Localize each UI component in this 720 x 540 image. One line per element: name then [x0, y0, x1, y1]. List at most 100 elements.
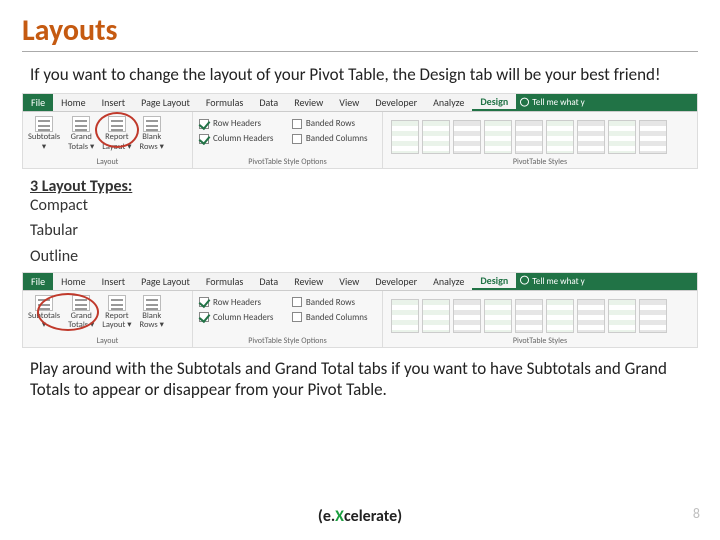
ribbon-group-layout: Subtotals ▾ Grand Totals ▾ Report Layout…: [23, 291, 193, 347]
pivot-style-swatch[interactable]: [515, 120, 543, 154]
pivot-style-swatch[interactable]: [391, 120, 419, 154]
styles-group-label: PivotTable Styles: [387, 156, 693, 168]
tab-home[interactable]: Home: [53, 94, 93, 111]
tell-me-search[interactable]: Tell me what y: [516, 273, 697, 290]
checkbox-icon: [292, 119, 302, 129]
banded-columns-checkbox[interactable]: Banded Columns: [292, 133, 372, 144]
blank-rows-button[interactable]: Blank Rows ▾: [139, 114, 165, 153]
tab-page-layout[interactable]: Page Layout: [133, 94, 198, 111]
banded-rows-label: Banded Rows: [306, 118, 355, 129]
ribbon-group-styles: PivotTable Styles: [383, 291, 697, 347]
report-layout-icon: [108, 116, 126, 132]
ribbon-group-layout: Subtotals ▾ Grand Totals ▾ Report Layout…: [23, 112, 193, 168]
tab-analyze[interactable]: Analyze: [425, 94, 472, 111]
pivot-style-swatch[interactable]: [453, 299, 481, 333]
banded-columns-checkbox[interactable]: Banded Columns: [292, 312, 372, 323]
subtotals-button[interactable]: Subtotals ▾: [27, 293, 61, 332]
report-layout-label-2: Layout ▾: [102, 143, 131, 152]
subtotals-icon: [35, 116, 53, 132]
tab-design[interactable]: Design: [472, 273, 516, 290]
tab-insert[interactable]: Insert: [94, 94, 134, 111]
checkbox-icon: [292, 312, 302, 322]
pivot-style-swatch[interactable]: [639, 120, 667, 154]
tab-review[interactable]: Review: [286, 94, 331, 111]
tab-data[interactable]: Data: [251, 94, 286, 111]
tab-design[interactable]: Design: [472, 94, 516, 111]
subtotals-label: Subtotals: [28, 312, 60, 321]
layout-type-item: Compact: [30, 196, 698, 215]
pivot-style-swatch[interactable]: [422, 299, 450, 333]
banded-rows-checkbox[interactable]: Banded Rows: [292, 118, 372, 129]
checkbox-icon: [292, 297, 302, 307]
tab-formulas[interactable]: Formulas: [198, 94, 251, 111]
report-layout-label-1: Report: [105, 133, 128, 142]
blank-rows-button[interactable]: Blank Rows ▾: [139, 293, 165, 332]
tab-data[interactable]: Data: [251, 273, 286, 290]
pivot-style-swatch[interactable]: [546, 120, 574, 154]
brand-pre: (e.: [318, 507, 335, 526]
pivot-style-swatch[interactable]: [453, 120, 481, 154]
ribbon-tabs: File Home Insert Page Layout Formulas Da…: [23, 94, 697, 112]
tab-formulas[interactable]: Formulas: [198, 273, 251, 290]
column-headers-checkbox[interactable]: Column Headers: [199, 133, 278, 144]
grand-totals-button[interactable]: Grand Totals ▾: [67, 293, 95, 332]
styles-group-label: PivotTable Styles: [387, 335, 693, 347]
subtotals-button[interactable]: Subtotals ▾: [27, 114, 61, 153]
pivot-style-swatch[interactable]: [484, 120, 512, 154]
layout-type-item: Outline: [30, 247, 698, 266]
pivot-style-swatch[interactable]: [515, 299, 543, 333]
style-options-group-label: PivotTable Style Options: [197, 335, 378, 347]
ribbon-group-style-options: Row Headers Banded Rows Column Headers B…: [193, 291, 383, 347]
pivot-style-swatch[interactable]: [577, 120, 605, 154]
checkbox-icon: [292, 134, 302, 144]
tell-me-search[interactable]: Tell me what y: [516, 94, 697, 111]
row-headers-checkbox[interactable]: Row Headers: [199, 118, 278, 129]
tab-review[interactable]: Review: [286, 273, 331, 290]
row-headers-checkbox[interactable]: Row Headers: [199, 297, 278, 308]
tab-page-layout[interactable]: Page Layout: [133, 273, 198, 290]
tab-insert[interactable]: Insert: [94, 273, 134, 290]
ribbon-screenshot-2: File Home Insert Page Layout Formulas Da…: [22, 272, 698, 348]
banded-rows-checkbox[interactable]: Banded Rows: [292, 297, 372, 308]
tab-home[interactable]: Home: [53, 273, 93, 290]
checkbox-icon: [199, 312, 209, 322]
tab-view[interactable]: View: [331, 273, 367, 290]
pivot-style-swatch[interactable]: [422, 120, 450, 154]
layout-group-label: Layout: [27, 335, 188, 347]
grand-totals-icon: [72, 295, 90, 311]
tab-view[interactable]: View: [331, 94, 367, 111]
grand-totals-button[interactable]: Grand Totals ▾: [67, 114, 95, 153]
intro-text: If you want to change the layout of your…: [30, 64, 690, 85]
report-layout-button[interactable]: Report Layout ▾: [101, 114, 132, 153]
brand-footer: (e.Xcelerate): [0, 507, 720, 526]
column-headers-checkbox[interactable]: Column Headers: [199, 312, 278, 323]
dropdown-icon: ▾: [42, 321, 46, 330]
tab-analyze[interactable]: Analyze: [425, 273, 472, 290]
grand-totals-icon: [72, 116, 90, 132]
tab-developer[interactable]: Developer: [367, 94, 425, 111]
ribbon-tabs: File Home Insert Page Layout Formulas Da…: [23, 273, 697, 291]
report-layout-label-2: Layout ▾: [102, 321, 131, 330]
dropdown-icon: ▾: [42, 143, 46, 152]
banded-rows-label: Banded Rows: [306, 297, 355, 308]
column-headers-label: Column Headers: [213, 133, 273, 144]
pivot-style-swatch[interactable]: [639, 299, 667, 333]
row-headers-label: Row Headers: [213, 297, 261, 308]
column-headers-label: Column Headers: [213, 312, 273, 323]
tab-developer[interactable]: Developer: [367, 273, 425, 290]
tab-file[interactable]: File: [23, 273, 53, 290]
pivot-style-swatch[interactable]: [577, 299, 605, 333]
grand-totals-label-2: Totals ▾: [68, 321, 94, 330]
grand-totals-label-1: Grand: [71, 312, 92, 321]
pivot-style-swatch[interactable]: [608, 299, 636, 333]
banded-columns-label: Banded Columns: [306, 312, 368, 323]
report-layout-button[interactable]: Report Layout ▾: [101, 293, 132, 332]
ribbon-group-style-options: Row Headers Banded Rows Column Headers B…: [193, 112, 383, 168]
pivot-style-swatch[interactable]: [484, 299, 512, 333]
pivot-style-swatch[interactable]: [546, 299, 574, 333]
tab-file[interactable]: File: [23, 94, 53, 111]
layout-types-heading: 3 Layout Types:: [30, 177, 698, 196]
pivot-style-swatch[interactable]: [391, 299, 419, 333]
pivot-style-swatch[interactable]: [608, 120, 636, 154]
page-number: 8: [693, 505, 700, 522]
